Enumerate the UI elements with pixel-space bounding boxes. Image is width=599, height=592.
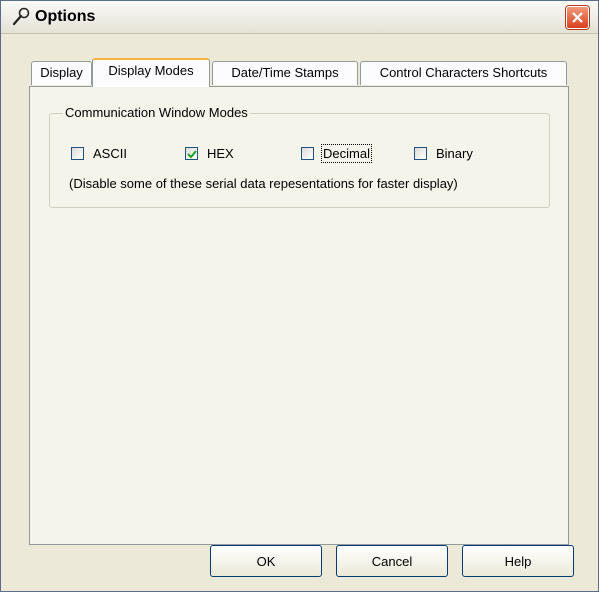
communication-window-modes-group: Communication Window Modes ASCII HEX Dec… <box>49 105 550 208</box>
title-bar[interactable]: Options <box>1 1 598 34</box>
decimal-checkbox-box[interactable] <box>301 147 314 160</box>
ok-button[interactable]: OK <box>210 545 322 577</box>
window-title: Options <box>35 8 96 25</box>
close-icon <box>572 12 583 23</box>
checkmark-icon <box>187 150 197 159</box>
ascii-checkbox-box[interactable] <box>71 147 84 160</box>
hex-checkbox-box[interactable] <box>185 147 198 160</box>
decimal-label[interactable]: Decimal <box>321 144 372 163</box>
help-button[interactable]: Help <box>462 545 574 577</box>
cancel-button[interactable]: Cancel <box>336 545 448 577</box>
performance-note: (Disable some of these serial data repes… <box>69 176 458 191</box>
tab-panel: Communication Window Modes ASCII HEX Dec… <box>29 86 569 545</box>
binary-checkbox-box[interactable] <box>414 147 427 160</box>
hex-label[interactable]: HEX <box>207 146 234 161</box>
tab-display-modes[interactable]: Display Modes <box>92 58 210 87</box>
group-title: Communication Window Modes <box>63 105 250 120</box>
tab-display[interactable]: Display <box>31 61 92 85</box>
options-dialog: Options Display Display Modes Date/Time … <box>0 0 599 592</box>
close-button[interactable] <box>566 6 589 29</box>
wrench-icon <box>12 7 30 26</box>
tab-control-characters-shortcuts[interactable]: Control Characters Shortcuts <box>360 61 567 85</box>
binary-label[interactable]: Binary <box>436 146 473 161</box>
ascii-label[interactable]: ASCII <box>93 146 127 161</box>
tab-date-time-stamps[interactable]: Date/Time Stamps <box>212 61 358 85</box>
